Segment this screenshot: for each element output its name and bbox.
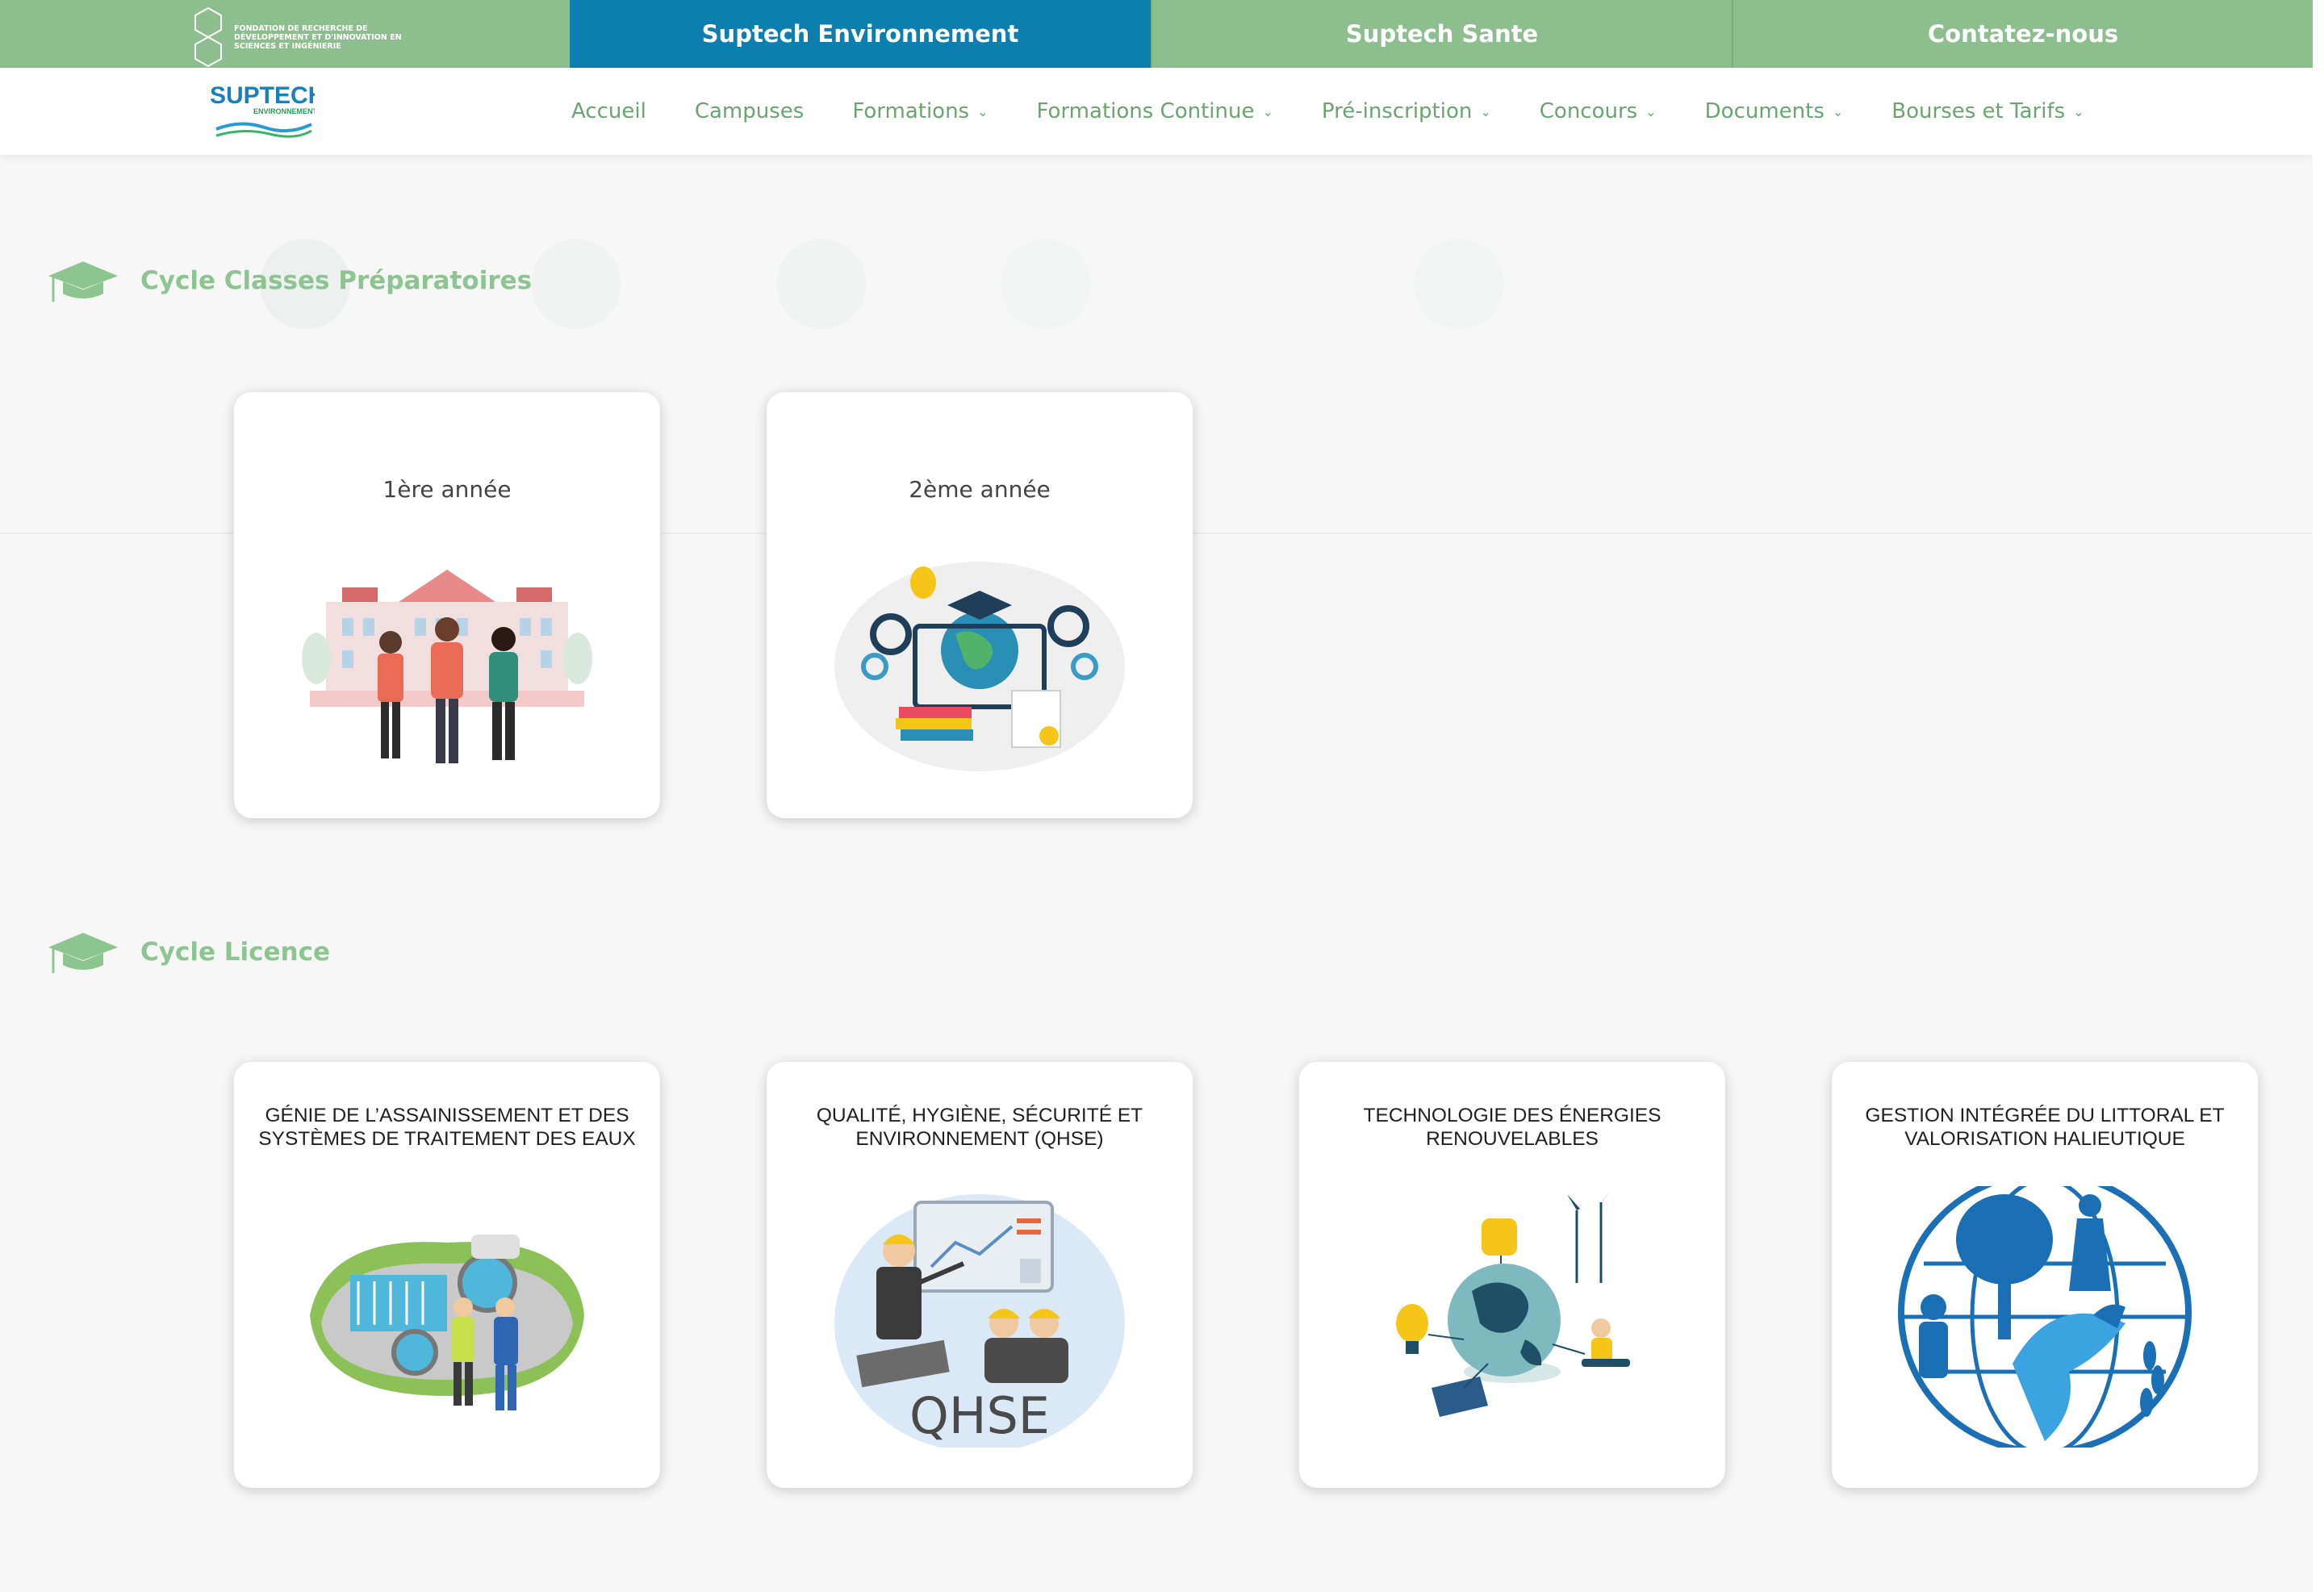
nav-bourses-tarifs[interactable]: Bourses et Tarifs ⌄ [1891, 99, 2084, 123]
hexagon-logo-icon [194, 6, 222, 68]
fondation-text: Fondation de recherche de développement … [234, 23, 402, 51]
nav-pre-inscription[interactable]: Pré-inscription ⌄ [1322, 99, 1491, 123]
renewable-energy-globe-illustration [1396, 1188, 1630, 1417]
section-heading-licence: Cycle Licence [47, 928, 330, 976]
card-energies-renouvelables[interactable]: Technologie des Énergies Renouvelables [1299, 1062, 1725, 1488]
suptech-logo[interactable]: SUPTECH ENVIRONNEMENT [208, 79, 325, 142]
card-title: Génie de l’Assainissement et des Système… [258, 1105, 636, 1150]
main-navbar: SUPTECH ENVIRONNEMENT Accueil Campuses F… [0, 68, 2313, 155]
tab-suptech-sante[interactable]: Suptech Sante [1151, 0, 1732, 68]
nav-documents[interactable]: Documents ⌄ [1705, 99, 1844, 123]
nav-label: Bourses et Tarifs [1891, 99, 2066, 123]
chevron-down-icon: ⌄ [2073, 103, 2084, 119]
nav-menu: Accueil Campuses Formations ⌄ Formations … [571, 68, 2133, 155]
chevron-down-icon: ⌄ [1262, 103, 1273, 119]
card-title: Technologie des Énergies Renouvelables [1363, 1105, 1661, 1150]
card-title: Gestion Intégrée du Littoral et Valorisa… [1865, 1105, 2225, 1150]
nav-label: Formations Continue [1036, 99, 1255, 123]
card-2eme-annee[interactable]: 2ème année [767, 392, 1193, 818]
nav-label: Documents [1704, 99, 1825, 123]
nav-formations-continue[interactable]: Formations Continue ⌄ [1037, 99, 1273, 123]
nav-label: Accueil [571, 99, 646, 123]
top-bar: Fondation de recherche de développement … [0, 0, 2313, 68]
nav-label: Pré-inscription [1321, 99, 1473, 123]
nav-label: Campuses [694, 99, 805, 123]
chevron-down-icon: ⌄ [1480, 103, 1491, 119]
ghost-icon-circle [531, 239, 621, 329]
graduation-cap-icon [48, 933, 118, 973]
nav-accueil[interactable]: Accueil [571, 99, 646, 123]
nav-campuses[interactable]: Campuses [695, 99, 804, 123]
nav-label: Concours [1539, 99, 1638, 123]
fondation-logo[interactable]: Fondation de recherche de développement … [190, 6, 403, 68]
brand-sub: ENVIRONNEMENT [253, 107, 315, 115]
ghost-icon-circle [1414, 239, 1504, 329]
tab-contact[interactable]: Contatez-nous [1732, 0, 2313, 68]
graduation-cap-icon [48, 261, 118, 302]
suptech-logo-icon: SUPTECH ENVIRONNEMENT [210, 82, 325, 138]
section-title: Cycle Licence [140, 938, 331, 967]
fondation-logo-zone: Fondation de recherche de développement … [0, 0, 570, 68]
ghost-icon-circle [1001, 239, 1091, 329]
chevron-down-icon: ⌄ [977, 103, 989, 119]
education-gears-globe-illustration [834, 562, 1125, 771]
card-qhse[interactable]: Qualité, Hygiène, Sécurité et Environnem… [767, 1062, 1193, 1488]
chevron-down-icon: ⌄ [1832, 103, 1844, 119]
scrollbar-area[interactable] [2313, 0, 2324, 1592]
brand-name: SUPTECH [210, 82, 315, 109]
card-title: Qualité, Hygiène, Sécurité et Environnem… [816, 1105, 1143, 1150]
chevron-down-icon: ⌄ [1645, 103, 1657, 119]
students-campus-illustration [302, 570, 592, 763]
qhse-caption: QHSE [909, 1386, 1050, 1445]
section-title: Cycle Classes Préparatoires [140, 266, 533, 295]
card-1ere-annee[interactable]: 1ère année [234, 392, 660, 818]
water-treatment-plant-illustration [310, 1235, 584, 1410]
nav-label: Formations [852, 99, 970, 123]
card-title: 2ème année [909, 476, 1051, 503]
card-title: 1ère année [382, 476, 512, 503]
nav-formations[interactable]: Formations ⌄ [852, 99, 988, 123]
coastal-ecology-globe-icon [1898, 1186, 2192, 1448]
card-gestion-littoral[interactable]: Gestion Intégrée du Littoral et Valorisa… [1832, 1062, 2258, 1488]
card-genie-assainissement[interactable]: Génie de l’Assainissement et des Système… [234, 1062, 660, 1488]
qhse-training-illustration: QHSE [834, 1194, 1125, 1448]
tab-suptech-environnement[interactable]: Suptech Environnement [570, 0, 1151, 68]
section-heading-prep: Cycle Classes Préparatoires [47, 257, 532, 305]
ghost-icon-circle [776, 239, 867, 329]
nav-concours[interactable]: Concours ⌄ [1540, 99, 1657, 123]
